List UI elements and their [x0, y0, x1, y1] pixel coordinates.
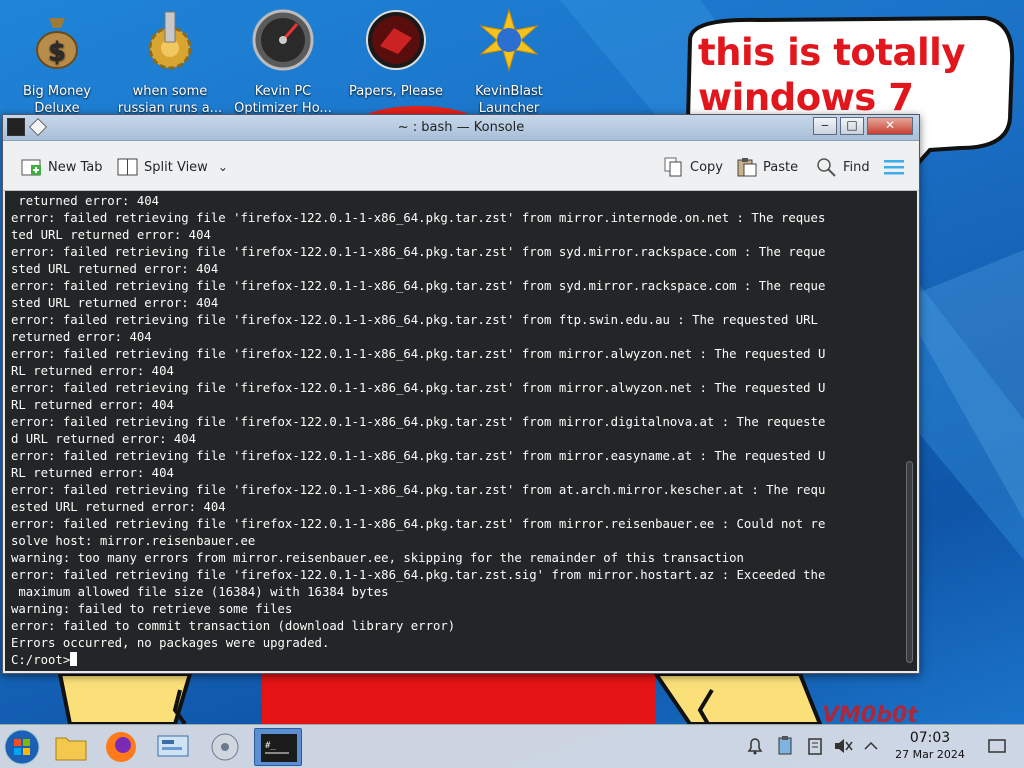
chevron-down-icon[interactable]: ⌄	[218, 160, 228, 174]
terminal-line: RL returned error: 404	[11, 398, 174, 412]
terminal-scrollbar[interactable]	[906, 461, 913, 663]
terminal-line: returned error: 404	[11, 194, 160, 208]
terminal-line: warning: too many errors from mirror.rei…	[11, 551, 744, 565]
terminal-prompt: C:/root>	[11, 653, 71, 667]
find-button[interactable]: Find	[816, 154, 870, 180]
hamburger-menu-icon	[884, 160, 904, 175]
terminal-line: error: failed retrieving file 'firefox-1…	[11, 483, 826, 497]
terminal-line: error: failed retrieving file 'firefox-1…	[11, 347, 826, 361]
terminal-line: error: failed retrieving file 'firefox-1…	[11, 517, 826, 531]
terminal-line: sted URL returned error: 404	[11, 296, 219, 310]
terminal-line: sted URL returned error: 404	[11, 262, 219, 276]
firefox-icon[interactable]	[100, 728, 142, 766]
starburst-icon	[479, 8, 539, 72]
desktop-icon-kevin-pc-optimizer[interactable]: Kevin PC Optimizer Ho...	[227, 6, 339, 117]
paste-button[interactable]: Paste	[736, 154, 798, 180]
terminal-line: error: failed retrieving file 'firefox-1…	[11, 415, 826, 429]
terminal-line: warning: failed to retrieve some files	[11, 602, 293, 616]
papers-please-icon	[366, 10, 426, 70]
maximize-button[interactable]: □	[840, 117, 864, 135]
terminal-line: error: failed retrieving file 'firefox-1…	[11, 568, 826, 582]
file-manager-icon[interactable]	[50, 728, 92, 766]
desktop-icon-label: Kevin PC	[254, 84, 312, 99]
new-tab-label: New Tab	[48, 159, 103, 175]
gear-spring-icon	[148, 11, 192, 70]
storage-icon[interactable]	[804, 735, 826, 757]
terminal-prompt-line[interactable]: C:/root>	[11, 652, 895, 669]
toolbar: New Tab Split View ⌄ Copy Paste Find	[3, 141, 919, 191]
new-tab-icon	[21, 159, 41, 176]
minimize-button[interactable]: ‒	[813, 117, 837, 135]
control-panel-icon[interactable]	[152, 728, 194, 766]
konsole-window[interactable]: ~ : bash — Konsole ‒ □ ✕ New Tab Split V…	[2, 114, 920, 674]
search-icon	[817, 158, 836, 177]
terminal-line: ted URL returned error: 404	[11, 228, 211, 242]
terminal-line: error: failed retrieving file 'firefox-1…	[11, 211, 826, 225]
terminal-line: Errors occurred, no packages were upgrad…	[11, 636, 330, 650]
terminal-lines: returned error: 404 error: failed retriev…	[11, 193, 895, 669]
svg-text:#_: #_	[265, 741, 276, 751]
svg-text:$: $	[48, 37, 66, 67]
window-title: ~ : bash — Konsole	[397, 120, 525, 135]
split-view-button[interactable]: Split View ⌄	[117, 154, 228, 180]
hamburger-menu-button[interactable]	[883, 154, 905, 180]
notifications-bell-icon[interactable]	[744, 735, 766, 757]
copy-button[interactable]: Copy	[663, 154, 723, 180]
terminal-line: error: failed retrieving file 'firefox-1…	[11, 313, 818, 327]
copy-label: Copy	[690, 159, 723, 175]
desktop-icon-label: Big Money	[22, 84, 91, 99]
chevron-up-icon[interactable]	[860, 735, 882, 757]
terminal-line: error: failed retrieving file 'firefox-1…	[11, 381, 826, 395]
terminal-line: RL returned error: 404	[11, 466, 174, 480]
desktop-icon-label: Papers, Please	[348, 84, 444, 99]
speedometer-icon	[252, 9, 314, 71]
terminal-line: RL returned error: 404	[11, 364, 174, 378]
new-tab-button[interactable]: New Tab	[21, 154, 103, 180]
terminal-output[interactable]: returned error: 404 error: failed retriev…	[5, 191, 917, 671]
window-titlebar[interactable]: ~ : bash — Konsole ‒ □ ✕	[3, 115, 919, 141]
close-button[interactable]: ✕	[867, 117, 913, 135]
find-label: Find	[843, 159, 870, 175]
terminal-line: error: failed retrieving file 'firefox-1…	[11, 245, 826, 259]
konsole-taskbar-icon: #_	[261, 734, 297, 762]
speech-bubble-line: this is totally	[698, 31, 965, 74]
terminal-line: maximum allowed file size (16384) with 1…	[11, 585, 389, 599]
terminal-line: error: failed to commit transaction (dow…	[11, 619, 456, 633]
clock-date: 27 Mar 2024	[895, 748, 965, 761]
copy-icon	[664, 157, 682, 177]
desktop-icon-kevinblast[interactable]: KevinBlast Launcher	[453, 6, 565, 117]
split-view-label: Split View	[144, 159, 208, 175]
desktop-icon-big-money[interactable]: $ Big Money Deluxe	[1, 6, 113, 117]
split-view-icon	[117, 158, 138, 176]
start-orb-icon[interactable]	[2, 728, 44, 766]
terminal-cursor	[70, 652, 78, 666]
taskbar: #_ 07:03 27 Mar 2024	[0, 724, 1024, 768]
terminal-line: error: failed retrieving file 'firefox-1…	[11, 279, 826, 293]
desktop-icon-label: when some	[132, 84, 208, 99]
desktop-icon-papers-please[interactable]: Papers, Please	[340, 6, 452, 100]
money-bag-icon: $	[36, 18, 78, 69]
terminal-line: solve host: mirror.reisenbauer.ee	[11, 534, 256, 548]
paste-icon	[737, 158, 757, 177]
desktop-icon-russian[interactable]: when some russian runs a...	[114, 6, 226, 117]
paste-label: Paste	[763, 159, 799, 175]
terminal-line: ested URL returned error: 404	[11, 500, 226, 514]
clock-time: 07:03	[909, 730, 951, 746]
media-player-icon[interactable]	[204, 728, 246, 766]
taskbar-clock[interactable]: 07:03 27 Mar 2024	[890, 730, 970, 762]
konsole-taskbar-button[interactable]: #_	[254, 728, 302, 766]
desktop-icon-label: KevinBlast	[475, 84, 543, 99]
terminal-line: error: failed retrieving file 'firefox-1…	[11, 449, 826, 463]
terminal-line: d URL returned error: 404	[11, 432, 197, 446]
volume-muted-icon[interactable]	[832, 735, 854, 757]
show-desktop-icon[interactable]	[986, 735, 1008, 757]
terminal-line: returned error: 404	[11, 330, 152, 344]
clipboard-icon[interactable]	[774, 735, 796, 757]
